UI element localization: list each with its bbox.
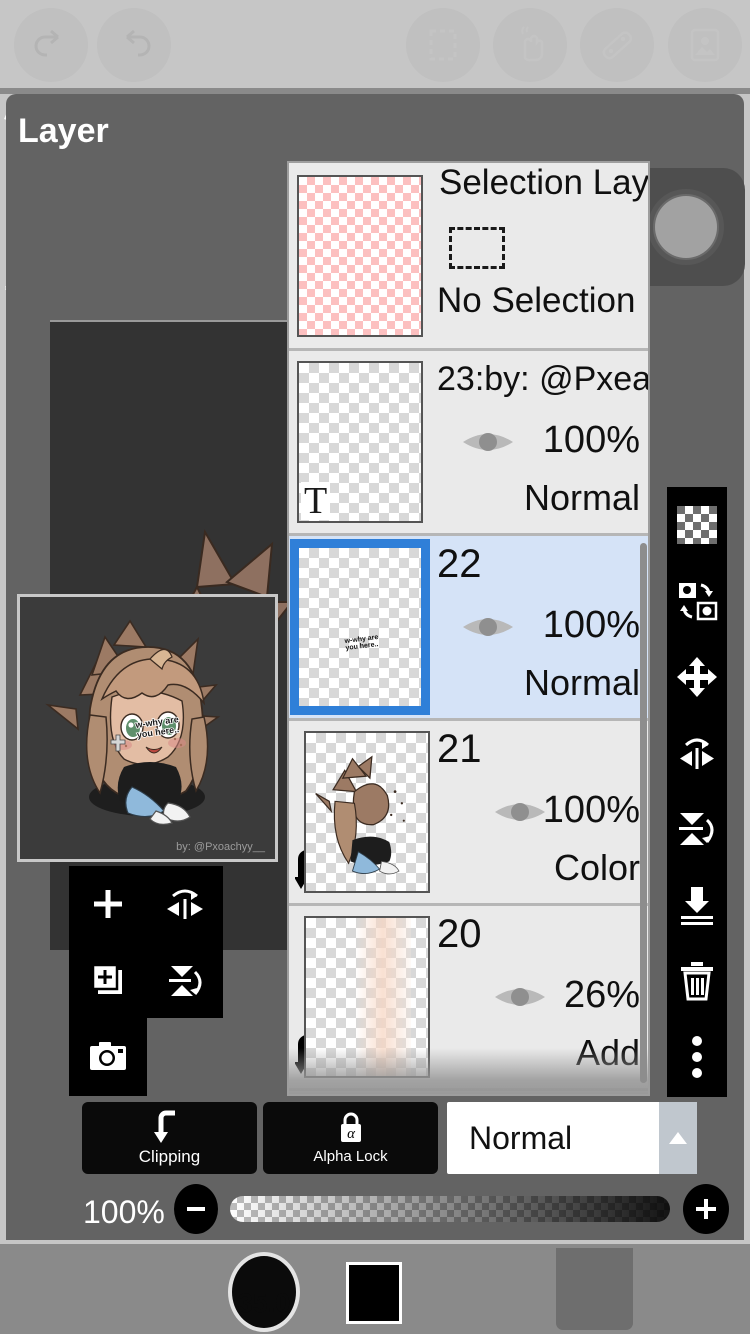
layer-actions-toolbar: [667, 487, 727, 1097]
layer-row-selection[interactable]: Selection Layer No Selection: [289, 163, 648, 351]
selection-marquee-icon: [449, 227, 505, 269]
opacity-value: 100%: [83, 1194, 165, 1230]
duplicate-layer-icon[interactable]: [69, 942, 146, 1018]
layer-blend-mode: Add: [575, 1032, 640, 1073]
add-layer-icon[interactable]: [69, 866, 146, 942]
layer-thumbnail-wrap: T: [289, 351, 431, 533]
move-layer-icon[interactable]: [667, 639, 727, 715]
layer-thumbnail: [304, 731, 430, 893]
table-row[interactable]: 19: [289, 1091, 648, 1094]
selection-layer-thumbnail: [297, 174, 423, 337]
alpha-lock-icon: α: [340, 1112, 361, 1142]
layer-thumbnail-art: [315, 755, 405, 875]
left-float-toolbar-lower: [69, 1018, 147, 1096]
clipping-label: Clipping: [138, 1146, 201, 1166]
flip-horizontal-icon[interactable]: [146, 866, 223, 942]
page-title: Layer: [18, 112, 109, 150]
collapse-button-highlight: [556, 1248, 633, 1330]
layer-opacity: 100%: [542, 419, 640, 461]
top-toolbar: [0, 0, 750, 92]
clipping-button[interactable]: Clipping: [82, 1102, 257, 1174]
brush-size-icon[interactable]: 35.0: [228, 1252, 300, 1332]
opacity-slider-track[interactable]: [230, 1196, 670, 1222]
eye-visibility-icon[interactable]: [461, 425, 515, 459]
opacity-slider-row: 100%: [0, 1182, 750, 1244]
opacity-decrease-button[interactable]: [174, 1184, 218, 1234]
layer-thumbnail-wrap: w-why are you here..: [289, 536, 431, 718]
selection-layer-title: Selection Layer: [439, 163, 650, 202]
more-options-icon[interactable]: [667, 1019, 727, 1095]
layer-thumbnail-wrap: [289, 906, 431, 1088]
layer-name: 21: [437, 727, 482, 771]
layer-thumbnail: [304, 916, 430, 1078]
layer-meta: 23:by: @Pxea 100% Normal: [431, 351, 648, 533]
table-row[interactable]: 20 26% Add: [289, 906, 648, 1091]
text-layer-badge: T: [301, 482, 331, 520]
layer-thumbnail-wrap: [289, 721, 431, 903]
alpha-lock-button[interactable]: α Alpha Lock: [263, 1102, 438, 1174]
camera-icon[interactable]: [69, 1018, 146, 1094]
layer-meta: Selection Layer No Selection: [431, 163, 648, 348]
layer-name: 22: [437, 542, 482, 586]
layer-blend-mode: Normal: [523, 662, 640, 703]
undo-icon[interactable]: [14, 8, 88, 82]
opacity-increase-button[interactable]: [683, 1184, 729, 1234]
flip-vertical-icon[interactable]: [667, 791, 727, 867]
clipping-icon: [153, 1110, 175, 1143]
layer-thumbnail-art: [354, 918, 411, 1076]
left-float-toolbar: [69, 866, 223, 1018]
finger-gesture-icon[interactable]: [493, 8, 567, 82]
layer-meta: 21 100% Color: [431, 721, 648, 903]
chevron-up-icon[interactable]: [659, 1102, 697, 1174]
layer-panel[interactable]: Selection Layer No Selection T 23:by: @P…: [287, 161, 650, 1096]
selection-icon[interactable]: [406, 8, 480, 82]
layer-thumbnail-wrap: [289, 163, 431, 348]
selection-status: No Selection: [437, 281, 636, 320]
layer-rotate-icon[interactable]: [667, 563, 727, 639]
svg-text:α: α: [347, 1126, 356, 1142]
knob-inner: [655, 196, 717, 258]
transparency-checker-icon[interactable]: [667, 487, 727, 563]
table-row[interactable]: w-why are you here.. 22 100% Normal: [289, 536, 648, 721]
ruler-icon[interactable]: [580, 8, 654, 82]
layer-thumbnail-text: w-why are you here..: [344, 633, 379, 653]
eye-visibility-icon[interactable]: [493, 980, 547, 1014]
import-photo-icon[interactable]: [668, 8, 742, 82]
artwork-signature: by: @Pxoachyy__: [176, 841, 265, 853]
layer-thumbnail-wrap: [289, 1091, 431, 1094]
flip-horizontal-icon[interactable]: [667, 715, 727, 791]
merge-down-icon[interactable]: [667, 867, 727, 943]
layer-meta: 20 26% Add: [431, 906, 648, 1088]
layer-opacity: 100%: [542, 789, 640, 831]
layer-blend-mode: Normal: [523, 477, 640, 518]
layer-name: 23:by: @Pxea: [437, 360, 650, 398]
table-row[interactable]: 21 100% Color: [289, 721, 648, 906]
layer-thumbnail: w-why are you here..: [290, 539, 430, 715]
layer-opacity: 26%: [563, 974, 640, 1016]
blend-mode-select[interactable]: Normal: [447, 1102, 697, 1174]
eye-visibility-icon[interactable]: [493, 795, 547, 829]
blend-mode-value: Normal: [469, 1119, 573, 1156]
table-row[interactable]: T 23:by: @Pxea 100% Normal: [289, 351, 648, 536]
artwork-preview[interactable]: w-why are you here.. by: @Pxoachyy__: [17, 594, 278, 862]
layer-blend-mode: Color: [553, 847, 640, 888]
flip-vertical-icon[interactable]: [146, 942, 223, 1018]
alpha-lock-label: Alpha Lock: [313, 1148, 388, 1165]
color-swatch-icon[interactable]: [346, 1262, 402, 1324]
layer-opacity: 100%: [542, 604, 640, 646]
eye-visibility-icon[interactable]: [461, 610, 515, 644]
layer-panel-scrollbar[interactable]: [640, 543, 647, 1083]
brush-size-value: 35.0: [237, 1288, 291, 1318]
delete-layer-icon[interactable]: [667, 943, 727, 1019]
layer-name: 20: [437, 912, 482, 956]
layer-meta: 22 100% Normal: [431, 536, 648, 718]
layer-thumbnail: T: [297, 361, 423, 523]
redo-icon[interactable]: [97, 8, 171, 82]
